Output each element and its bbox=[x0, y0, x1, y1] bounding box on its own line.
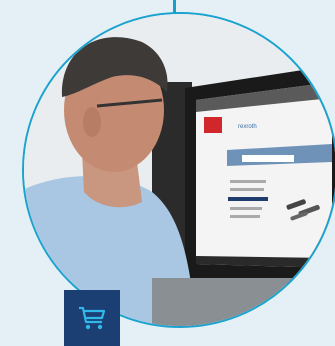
brand-logo-block bbox=[204, 117, 222, 133]
screen-menu-selected bbox=[228, 197, 268, 201]
cart-badge bbox=[64, 290, 120, 346]
screen-search-field bbox=[242, 155, 294, 162]
person-ear bbox=[83, 107, 101, 137]
illustration: rexroth bbox=[0, 0, 335, 346]
screen-menu-line bbox=[230, 207, 262, 210]
screen-menu-line bbox=[230, 215, 260, 218]
screen-menu-line bbox=[230, 188, 264, 191]
screen-logo-text: rexroth bbox=[238, 124, 257, 130]
person-at-monitor-photo: rexroth bbox=[24, 14, 335, 326]
shopping-cart-icon bbox=[79, 306, 106, 330]
screen-menu-line bbox=[230, 180, 266, 183]
desk bbox=[152, 278, 335, 326]
photo-circle: rexroth bbox=[22, 12, 335, 328]
